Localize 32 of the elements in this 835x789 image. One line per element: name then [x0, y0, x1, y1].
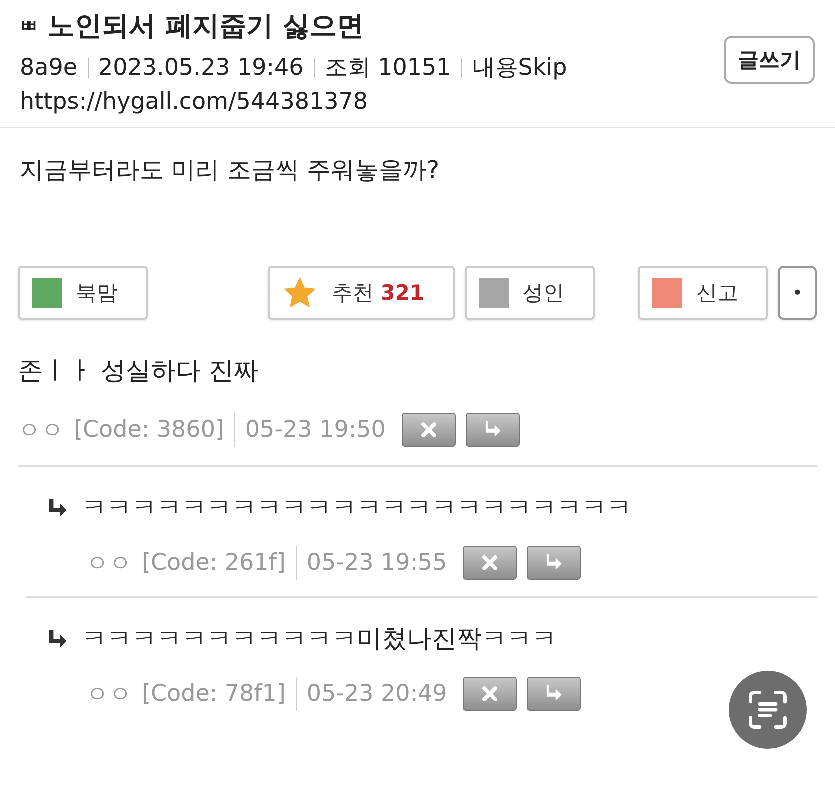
delete-button[interactable] [402, 413, 456, 447]
write-button[interactable]: 글쓰기 [724, 36, 815, 84]
recommend-button[interactable]: 추천 321 [268, 266, 455, 320]
delete-button[interactable] [463, 546, 518, 580]
delete-button[interactable] [463, 677, 518, 711]
more-button[interactable]: • [778, 266, 817, 320]
post-title: 노인되서 폐지줍기 싫으면 [48, 10, 364, 44]
board-mark-label: ㅃ [20, 15, 38, 38]
post-body: 지금부터라도 미리 조금씩 주워놓을까? [20, 155, 441, 186]
skip-link[interactable]: 내용Skip [472, 52, 568, 83]
post-url[interactable]: https://hygall.com/544381378 [20, 89, 568, 115]
view-count: 조회 10151 [324, 54, 452, 83]
action-button[interactable]: 북맘 [18, 266, 148, 320]
comment-time: 05-23 19:50 [245, 417, 386, 443]
reply-text: ㅋㅋㅋㅋㅋㅋㅋㅋㅋㅋㅋ미쳤나진짝ㅋㅋㅋ [82, 623, 557, 655]
comment-code: [Code: 3860] [74, 417, 224, 443]
author-id: 8a9e [20, 54, 78, 80]
reply-button[interactable] [527, 546, 582, 580]
post-date: 2023.05.23 19:46 [98, 54, 304, 80]
reply-text: ㅋㅋㅋㅋㅋㅋㅋㅋㅋㅋㅋㅋㅋㅋㅋㅋㅋㅋㅋㅋㅋㅋ [82, 492, 632, 524]
action-button[interactable]: 신고 [638, 266, 768, 320]
comment-code: [Code: 78f1] [142, 681, 286, 707]
comment-code: [Code: 261f] [142, 550, 286, 576]
comment-author: ㅇㅇ [18, 416, 64, 446]
reply-button[interactable] [527, 677, 582, 711]
comment-text: 존ㅣㅏ 성실하다 진짜 [18, 355, 260, 387]
comment-time: 05-23 19:55 [306, 550, 448, 576]
comment-author: ㅇㅇ [86, 550, 132, 578]
action-button[interactable]: 성인 [464, 266, 595, 320]
comment-time: 05-23 20:49 [306, 681, 448, 707]
comment-author: ㅇㅇ [86, 680, 132, 710]
reply-button[interactable] [466, 413, 520, 447]
